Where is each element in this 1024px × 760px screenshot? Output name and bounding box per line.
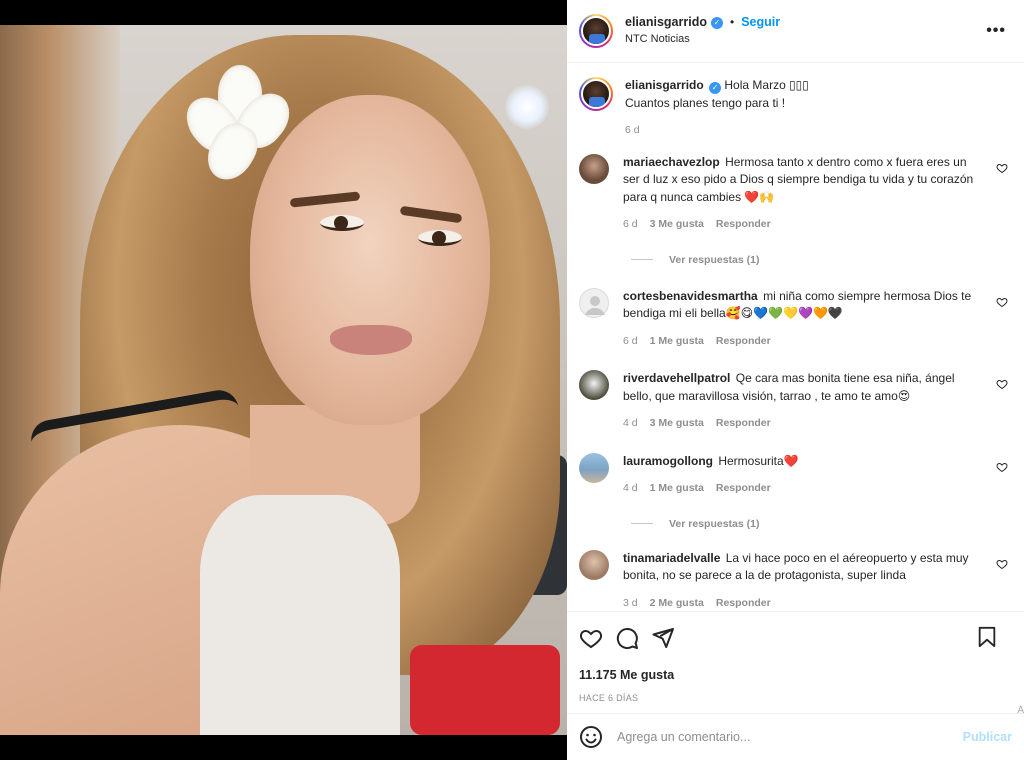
comment-item: riverdavehellpatrol Qe cara mas bonita t…	[579, 370, 1010, 433]
reply-button[interactable]: Responder	[716, 216, 771, 234]
comment-likes[interactable]: 3 Me gusta	[650, 415, 704, 433]
caption-emoji: ▯▯▯	[789, 78, 809, 92]
comment-avatar[interactable]	[579, 370, 609, 400]
post-subtitle[interactable]: NTC Noticias	[625, 31, 780, 48]
post-modal: elianisgarrido ✓ • Seguir NTC Noticias •…	[0, 0, 1024, 760]
comment-username[interactable]: riverdavehellpatrol	[623, 371, 730, 385]
view-replies-label: Ver respuestas (1)	[669, 253, 760, 266]
image-lips	[330, 325, 412, 355]
verified-badge-icon: ✓	[709, 82, 722, 94]
default-avatar-icon[interactable]	[579, 287, 609, 318]
comment-item: tinamariadelvalle La vi hace poco en el …	[579, 549, 1010, 612]
post-side-panel: elianisgarrido ✓ • Seguir NTC Noticias •…	[567, 0, 1024, 760]
publish-button[interactable]: Publicar	[963, 730, 1012, 744]
comment-heart-icon[interactable]	[996, 378, 1008, 390]
follow-button[interactable]: Seguir	[741, 14, 780, 31]
comment-heart-icon[interactable]	[996, 461, 1008, 473]
comment-age[interactable]: 3 d	[623, 595, 638, 612]
comment-heart-icon[interactable]	[996, 296, 1008, 308]
image-red-bag	[410, 645, 560, 735]
image-eye-right	[418, 230, 462, 246]
comment-username[interactable]: cortesbenavidesmartha	[623, 289, 758, 303]
comment-age[interactable]: 6 d	[623, 333, 638, 351]
more-options-icon[interactable]: •••	[986, 22, 1006, 40]
comment-username[interactable]: lauramogollong	[623, 454, 713, 468]
comment-item: lauramogollong Hermosurita❤️ 4 d 1 Me gu…	[579, 452, 1010, 498]
image-flower	[176, 65, 300, 189]
post-image[interactable]	[0, 25, 567, 735]
comment-composer: Publicar	[567, 713, 1024, 760]
comment-avatar[interactable]	[579, 452, 609, 483]
comment-likes[interactable]: 3 Me gusta	[650, 216, 704, 234]
comment-item: cortesbenavidesmartha mi niña como siemp…	[579, 287, 1010, 351]
post-caption: elianisgarrido ✓ Hola Marzo ▯▯▯ Cuantos …	[579, 77, 1010, 140]
comment-likes[interactable]: 1 Me gusta	[650, 480, 704, 498]
view-replies-button[interactable]: Ver respuestas (1)	[631, 254, 1010, 266]
comment-username[interactable]: mariaechavezlop	[623, 155, 720, 169]
post-photo-area	[0, 0, 567, 760]
share-icon[interactable]	[651, 626, 675, 650]
comment-item: mariaechavezlop Hermosa tanto x dentro c…	[579, 153, 1010, 234]
image-top	[200, 495, 400, 735]
author-username[interactable]: elianisgarrido	[625, 14, 707, 31]
comment-age[interactable]: 4 d	[623, 415, 638, 433]
verified-badge-icon: ✓	[710, 16, 723, 29]
bookmark-icon[interactable]	[976, 626, 998, 648]
view-replies-label: Ver respuestas (1)	[669, 517, 760, 530]
image-eye-left	[320, 215, 364, 231]
comment-text: Hermosurita❤️	[718, 453, 799, 468]
edge-glyph: A	[1017, 705, 1024, 716]
comments-list[interactable]: elianisgarrido ✓ Hola Marzo ▯▯▯ Cuantos …	[567, 63, 1024, 611]
reply-button[interactable]: Responder	[716, 480, 771, 498]
reply-button[interactable]: Responder	[716, 333, 771, 351]
comment-input[interactable]	[617, 730, 963, 744]
comment-avatar[interactable]	[579, 549, 609, 580]
comment-age[interactable]: 4 d	[623, 480, 638, 498]
reply-button[interactable]: Responder	[716, 415, 771, 433]
caption-avatar[interactable]	[579, 77, 613, 111]
comment-age[interactable]: 6 d	[623, 216, 638, 234]
post-actions-bar	[567, 611, 1024, 663]
caption-username[interactable]: elianisgarrido	[625, 78, 704, 92]
comment-avatar[interactable]	[579, 153, 609, 184]
post-date[interactable]: HACE 6 DÍAS	[567, 687, 1024, 713]
likes-count[interactable]: 11.175 Me gusta	[567, 663, 1024, 687]
heart-icon[interactable]	[579, 626, 603, 650]
separator-dot: •	[729, 15, 735, 29]
view-replies-button[interactable]: Ver respuestas (1)	[631, 518, 1010, 530]
post-header: elianisgarrido ✓ • Seguir NTC Noticias •…	[567, 0, 1024, 63]
reply-button[interactable]: Responder	[716, 595, 771, 612]
comment-likes[interactable]: 2 Me gusta	[650, 595, 704, 612]
comment-icon[interactable]	[615, 626, 639, 650]
comment-heart-icon[interactable]	[996, 558, 1008, 570]
caption-age[interactable]: 6 d	[625, 122, 640, 140]
comment-heart-icon[interactable]	[996, 162, 1008, 174]
emoji-icon[interactable]	[579, 725, 603, 749]
caption-text: Hola Marzo	[724, 78, 790, 92]
caption-text-2: Cuantos planes tengo para ti !	[625, 95, 786, 110]
comment-username[interactable]: tinamariadelvalle	[623, 551, 720, 565]
image-ceiling-light	[505, 85, 549, 129]
comment-likes[interactable]: 1 Me gusta	[650, 333, 704, 351]
author-avatar[interactable]	[579, 14, 613, 48]
